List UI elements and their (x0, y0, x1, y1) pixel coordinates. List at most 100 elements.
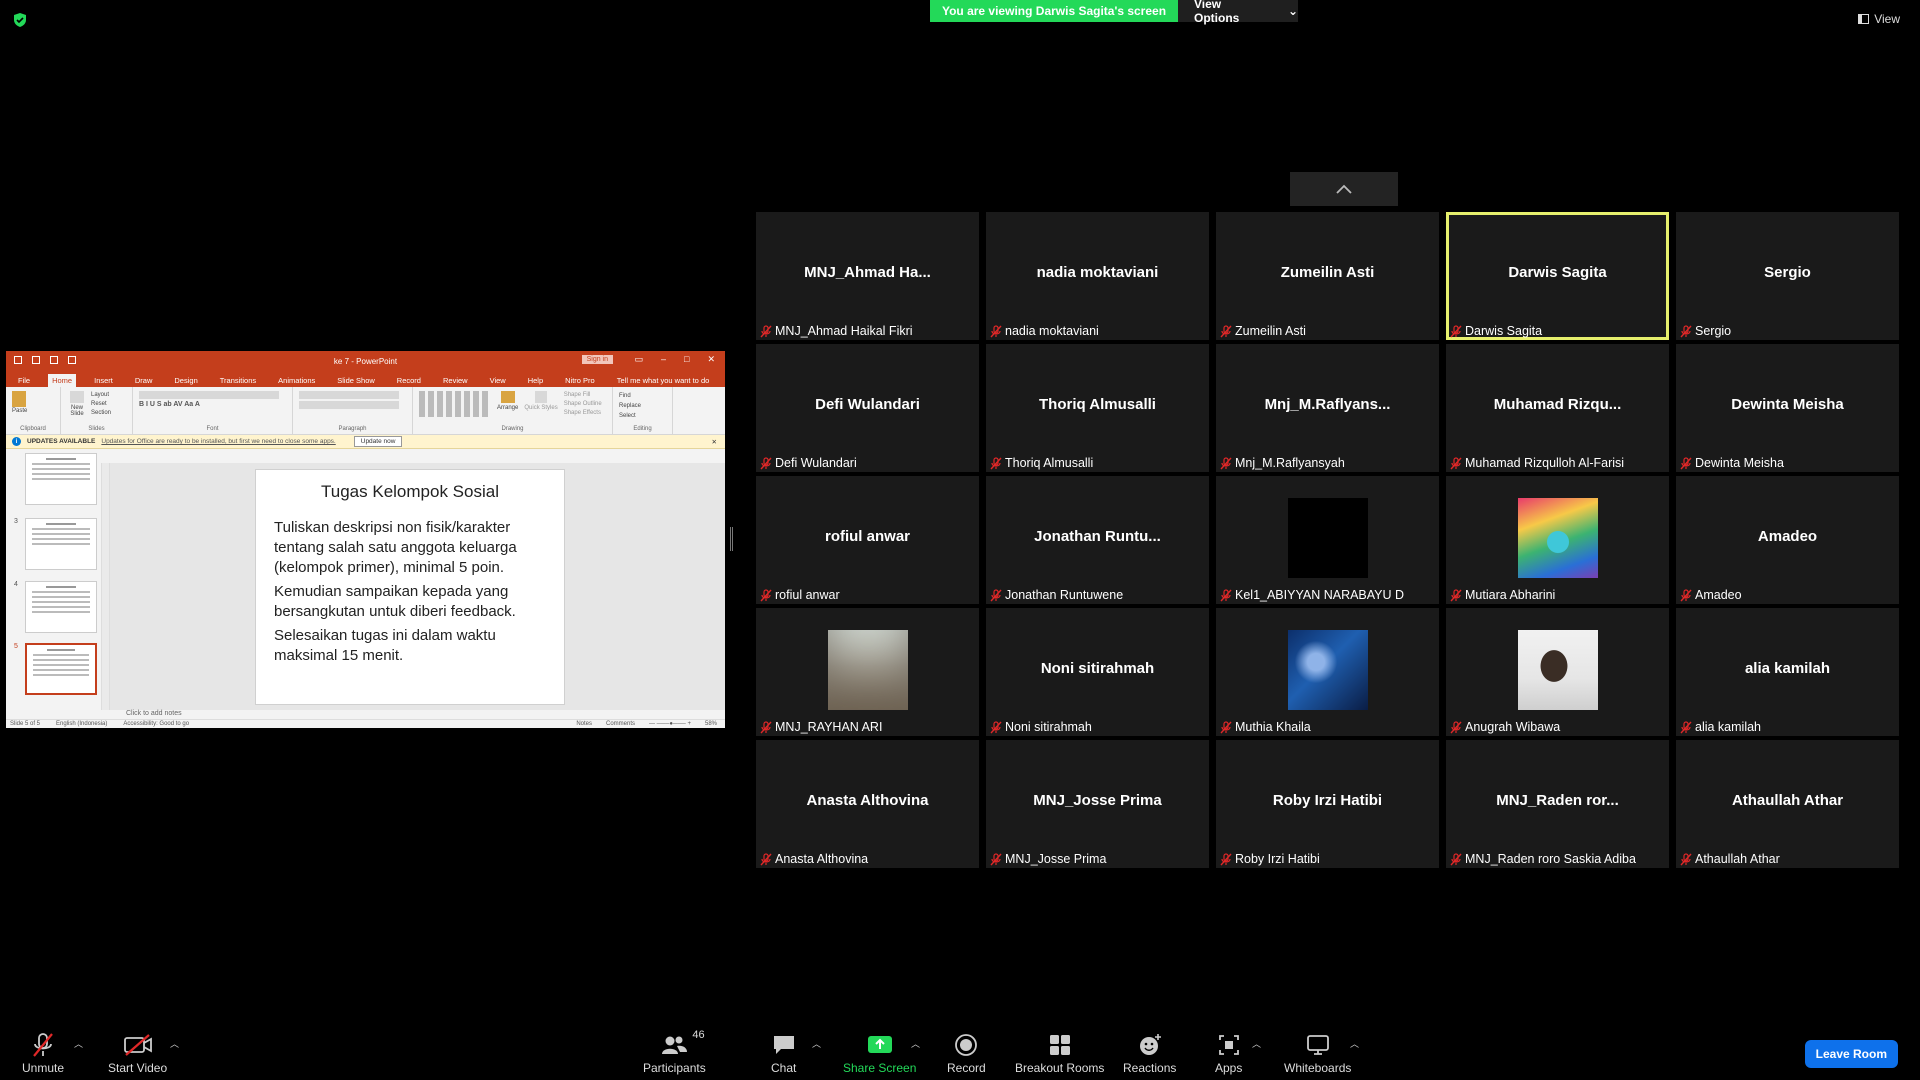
chat-button[interactable]: Chat (771, 1031, 796, 1075)
tab-design[interactable]: Design (170, 374, 201, 387)
participant-tile[interactable]: Amadeo Amadeo (1676, 476, 1899, 604)
share-screen-button[interactable]: Share Screen (843, 1031, 916, 1075)
shapes-gallery[interactable] (419, 391, 491, 417)
tab-slide-show[interactable]: Slide Show (333, 374, 379, 387)
ribbon-display-icon[interactable]: ▭ (634, 354, 643, 365)
save-icon[interactable] (14, 356, 22, 364)
tab-draw[interactable]: Draw (131, 374, 157, 387)
list-buttons[interactable] (299, 391, 399, 399)
whiteboards-button[interactable]: Whiteboards (1284, 1031, 1351, 1075)
tab-animations[interactable]: Animations (274, 374, 319, 387)
record-button[interactable]: Record (947, 1031, 986, 1075)
participant-tile[interactable]: Darwis Sagita Darwis Sagita (1446, 212, 1669, 340)
participant-tile[interactable]: Noni sitirahmah Noni sitirahmah (986, 608, 1209, 736)
shield-icon[interactable] (12, 12, 28, 28)
participant-tile[interactable]: MNJ_Josse Prima MNJ_Josse Prima (986, 740, 1209, 868)
participant-tile[interactable]: Anugrah Wibawa (1446, 608, 1669, 736)
sign-in-button[interactable]: Sign in (581, 355, 613, 364)
chat-options-caret[interactable]: ︿ (812, 1037, 821, 1050)
audio-options-caret[interactable]: ︿ (74, 1037, 83, 1050)
new-slide-button[interactable]: New Slide (67, 391, 87, 418)
participant-tile[interactable]: Athaullah Athar Athaullah Athar (1676, 740, 1899, 868)
participant-tile[interactable]: MNJ_Raden ror... MNJ_Raden roro Saskia Ad… (1446, 740, 1669, 868)
participant-tile[interactable]: Thoriq Almusalli Thoriq Almusalli (986, 344, 1209, 472)
tab-nitro-pro[interactable]: Nitro Pro (561, 374, 599, 387)
tab-help[interactable]: Help (524, 374, 547, 387)
tab-transitions[interactable]: Transitions (216, 374, 260, 387)
language-status[interactable]: English (Indonesia) (56, 721, 107, 727)
slide-thumbnail-5[interactable] (25, 643, 97, 695)
participant-tile[interactable]: MNJ_RAYHAN ARI (756, 608, 979, 736)
participant-tile[interactable]: Defi Wulandari Defi Wulandari (756, 344, 979, 472)
tab-view[interactable]: View (486, 374, 510, 387)
split-view-handle[interactable] (730, 527, 733, 551)
zoom-level[interactable]: 58% (705, 721, 717, 727)
participant-tile[interactable]: MNJ_Ahmad Ha... MNJ_Ahmad Haikal Fikri (756, 212, 979, 340)
tab-review[interactable]: Review (439, 374, 472, 387)
participant-tile[interactable]: nadia moktaviani nadia moktaviani (986, 212, 1209, 340)
participant-tile[interactable]: rofiul anwar rofiul anwar (756, 476, 979, 604)
participant-tile[interactable]: Muhamad Rizqu... Muhamad Rizqulloh Al-Far… (1446, 344, 1669, 472)
participant-tile[interactable]: alia kamilah alia kamilah (1676, 608, 1899, 736)
leave-room-button[interactable]: Leave Room (1804, 1040, 1898, 1068)
reactions-button[interactable]: Reactions (1123, 1031, 1176, 1075)
section-button[interactable]: Section (91, 409, 111, 418)
participant-tile[interactable]: Anasta Althovina Anasta Althovina (756, 740, 979, 868)
quick-styles-button[interactable]: Quick Styles (524, 391, 558, 418)
participant-tile[interactable]: Dewinta Meisha Dewinta Meisha (1676, 344, 1899, 472)
start-video-button[interactable]: Start Video (108, 1031, 167, 1075)
layout-button[interactable]: Layout (91, 391, 111, 400)
align-buttons[interactable] (299, 401, 399, 409)
font-name-dropdown[interactable] (139, 391, 279, 399)
unmute-button[interactable]: Unmute (22, 1031, 64, 1075)
redo-icon[interactable] (50, 356, 58, 364)
select-button[interactable]: Select (619, 411, 666, 421)
video-options-caret[interactable]: ︿ (170, 1037, 179, 1050)
participant-tile[interactable]: Muthia Khaila (1216, 608, 1439, 736)
thumbnail-scrollbar[interactable] (102, 463, 110, 710)
breakout-rooms-button[interactable]: Breakout Rooms (1015, 1031, 1104, 1075)
slide-edit-area[interactable]: Tugas Kelompok Sosial Tuliskan deskripsi… (110, 463, 725, 710)
reset-button[interactable]: Reset (91, 400, 111, 409)
share-options-caret[interactable]: ︿ (911, 1037, 920, 1050)
arrange-button[interactable]: Arrange (497, 391, 518, 418)
shared-screen[interactable]: ke 7 - PowerPoint Sign in ▭ – □ ✕ File Home… (6, 351, 725, 728)
participants-button[interactable]: 46 Participants (643, 1029, 706, 1075)
accessibility-status[interactable]: Accessibility: Good to go (123, 721, 189, 727)
tab-home[interactable]: Home (48, 374, 77, 387)
font-format-buttons[interactable]: B I U S ab AV Aa A (139, 401, 286, 409)
notes-button[interactable]: Notes (576, 721, 592, 727)
slide-thumbnail-3[interactable] (25, 518, 97, 570)
undo-icon[interactable] (32, 356, 40, 364)
participant-tile[interactable]: Mutiara Abharini (1446, 476, 1669, 604)
current-slide[interactable]: Tugas Kelompok Sosial Tuliskan deskripsi… (255, 469, 565, 705)
slide-thumbnail-2[interactable] (25, 453, 97, 505)
apps-button[interactable]: Apps (1215, 1031, 1242, 1075)
shape-effects-button[interactable]: Shape Effects (564, 409, 602, 418)
gallery-page-up-button[interactable] (1290, 172, 1398, 206)
tab-insert[interactable]: Insert (90, 374, 117, 387)
maximize-icon[interactable]: □ (684, 354, 689, 365)
tell-me-search[interactable]: Tell me what you want to do (613, 374, 714, 387)
update-now-button[interactable]: Update now (353, 436, 403, 447)
view-button[interactable]: View (1858, 12, 1900, 26)
tab-record[interactable]: Record (393, 374, 425, 387)
participant-tile[interactable]: Zumeilin Asti Zumeilin Asti (1216, 212, 1439, 340)
minimize-icon[interactable]: – (661, 354, 666, 365)
view-options-button[interactable]: View Options ⌄ (1178, 0, 1298, 25)
participant-tile[interactable]: Kel1_ABIYYAN NARABAYU D (1216, 476, 1439, 604)
participant-tile[interactable]: Jonathan Runtu... Jonathan Runtuwene (986, 476, 1209, 604)
participant-tile[interactable]: Roby Irzi Hatibi Roby Irzi Hatibi (1216, 740, 1439, 868)
close-icon[interactable]: ✕ (707, 354, 715, 365)
present-icon[interactable] (68, 356, 76, 364)
slide-thumbnail-4[interactable] (25, 581, 97, 633)
zoom-slider[interactable]: — ───●─── + (649, 721, 691, 727)
whiteboard-options-caret[interactable]: ︿ (1350, 1037, 1359, 1050)
replace-button[interactable]: Replace (619, 401, 666, 411)
find-button[interactable]: Find (619, 391, 666, 401)
close-update-icon[interactable]: ✕ (712, 438, 717, 446)
apps-options-caret[interactable]: ︿ (1252, 1037, 1261, 1050)
shape-fill-button[interactable]: Shape Fill (564, 391, 602, 400)
participant-tile[interactable]: Mnj_M.Raflyans... Mnj_M.Raflyansyah (1216, 344, 1439, 472)
participant-tile[interactable]: Sergio Sergio (1676, 212, 1899, 340)
